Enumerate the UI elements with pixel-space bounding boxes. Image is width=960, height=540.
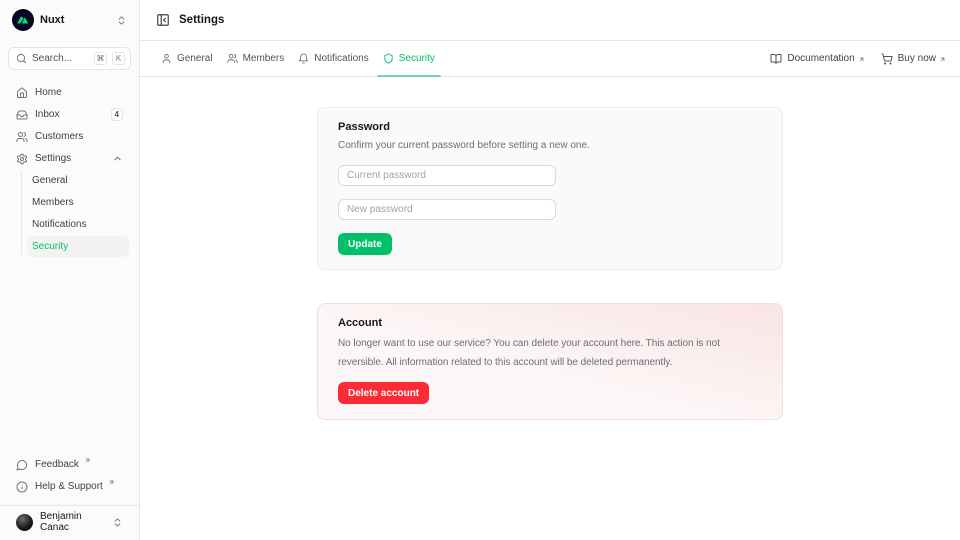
search-field[interactable] bbox=[32, 53, 89, 64]
gear-icon bbox=[16, 153, 28, 165]
external-link-icon bbox=[108, 479, 115, 486]
tab-members[interactable]: Members bbox=[220, 41, 292, 76]
app-window: Nuxt ⌘ K Home Inbox 4 Customers bbox=[0, 0, 960, 540]
feedback-link[interactable]: Feedback bbox=[8, 454, 131, 475]
documentation-link[interactable]: Documentation bbox=[770, 53, 864, 65]
settings-tab-bar: General Members Notifications Security D… bbox=[140, 41, 960, 77]
sidebar: Nuxt ⌘ K Home Inbox 4 Customers bbox=[0, 0, 140, 540]
settings-subnav: General Members Notifications Security bbox=[21, 170, 131, 257]
update-password-button[interactable]: Update bbox=[338, 233, 392, 255]
kbd-meta: ⌘ bbox=[94, 52, 107, 65]
sidebar-footer: Feedback Help & Support bbox=[0, 454, 139, 500]
main-area: Settings General Members Notifications S… bbox=[140, 0, 960, 540]
buy-now-link[interactable]: Buy now bbox=[881, 53, 946, 65]
sidebar-subitem-label: General bbox=[32, 175, 68, 186]
sidebar-item-label: Inbox bbox=[35, 109, 59, 120]
password-card-title: Password bbox=[338, 121, 762, 133]
tab-label: Security bbox=[399, 53, 435, 64]
sidebar-item-security[interactable]: Security bbox=[27, 236, 129, 257]
search-icon bbox=[16, 53, 27, 64]
info-icon bbox=[16, 481, 28, 493]
sidebar-item-general[interactable]: General bbox=[27, 170, 129, 191]
page-title: Settings bbox=[179, 14, 224, 26]
settings-content: Password Confirm your current password b… bbox=[140, 77, 960, 540]
user-icon bbox=[161, 53, 172, 64]
user-menu[interactable]: Benjamin Canac bbox=[8, 511, 131, 533]
shopping-cart-icon bbox=[881, 53, 893, 65]
tab-label: Members bbox=[243, 53, 285, 64]
workspace-name: Nuxt bbox=[40, 14, 64, 26]
tab-label: General bbox=[177, 53, 213, 64]
account-card: Account No longer want to use our servic… bbox=[317, 303, 783, 420]
panel-left-close-icon bbox=[156, 13, 170, 27]
search-input[interactable]: ⌘ K bbox=[8, 47, 131, 70]
nuxt-mountains-icon bbox=[17, 15, 30, 25]
inbox-icon bbox=[16, 109, 28, 121]
sidebar-subitem-label: Security bbox=[32, 241, 68, 252]
sidebar-item-members[interactable]: Members bbox=[27, 192, 129, 213]
tab-label: Notifications bbox=[314, 53, 368, 64]
inbox-count-badge: 4 bbox=[111, 108, 123, 121]
tab-bar-actions: Documentation Buy now bbox=[770, 41, 946, 76]
sidebar-item-label: Customers bbox=[35, 131, 83, 142]
footer-link-label: Help & Support bbox=[35, 481, 103, 492]
kbd-k: K bbox=[112, 52, 125, 65]
external-link-icon bbox=[939, 56, 946, 63]
chevron-up-icon bbox=[112, 153, 123, 164]
users-icon bbox=[16, 131, 28, 143]
user-name: Benjamin Canac bbox=[40, 511, 105, 533]
page-header: Settings bbox=[140, 0, 960, 41]
sidebar-user-section: Benjamin Canac bbox=[0, 505, 139, 540]
tab-security[interactable]: Security bbox=[376, 41, 442, 76]
sidebar-spacer bbox=[0, 258, 139, 454]
chevrons-up-down-icon bbox=[112, 517, 123, 528]
account-card-title: Account bbox=[338, 317, 762, 329]
sidebar-item-notifications[interactable]: Notifications bbox=[27, 214, 129, 235]
nuxt-logo-icon bbox=[12, 9, 34, 31]
shield-icon bbox=[383, 53, 394, 64]
sidebar-subitem-label: Notifications bbox=[32, 219, 86, 230]
sidebar-item-home[interactable]: Home bbox=[8, 82, 131, 103]
workspace-switcher[interactable]: Nuxt bbox=[0, 0, 139, 40]
account-card-description: No longer want to use our service? You c… bbox=[338, 335, 762, 372]
sidebar-item-customers[interactable]: Customers bbox=[8, 126, 131, 147]
tab-notifications[interactable]: Notifications bbox=[291, 41, 375, 76]
avatar bbox=[16, 514, 33, 531]
chevrons-up-down-icon bbox=[116, 15, 127, 26]
footer-link-label: Feedback bbox=[35, 459, 79, 470]
password-card-description: Confirm your current password before set… bbox=[338, 139, 762, 152]
book-open-icon bbox=[770, 53, 782, 65]
bell-icon bbox=[298, 53, 309, 64]
sidebar-nav: Home Inbox 4 Customers Settings General bbox=[0, 82, 139, 258]
password-card: Password Confirm your current password b… bbox=[317, 107, 783, 270]
action-label: Buy now bbox=[898, 53, 936, 64]
action-label: Documentation bbox=[787, 53, 854, 64]
sidebar-item-inbox[interactable]: Inbox 4 bbox=[8, 104, 131, 125]
sidebar-subitem-label: Members bbox=[32, 197, 74, 208]
external-link-icon bbox=[858, 56, 865, 63]
delete-account-button[interactable]: Delete account bbox=[338, 382, 429, 404]
external-link-icon bbox=[84, 457, 91, 464]
message-circle-icon bbox=[16, 459, 28, 471]
sidebar-item-settings[interactable]: Settings bbox=[8, 148, 131, 169]
sidebar-item-label: Home bbox=[35, 87, 62, 98]
help-support-link[interactable]: Help & Support bbox=[8, 476, 131, 497]
new-password-field[interactable] bbox=[338, 199, 556, 220]
users-icon bbox=[227, 53, 238, 64]
current-password-field[interactable] bbox=[338, 165, 556, 186]
home-icon bbox=[16, 87, 28, 99]
sidebar-collapse-button[interactable] bbox=[156, 13, 170, 27]
tab-general[interactable]: General bbox=[154, 41, 220, 76]
sidebar-item-label: Settings bbox=[35, 153, 71, 164]
